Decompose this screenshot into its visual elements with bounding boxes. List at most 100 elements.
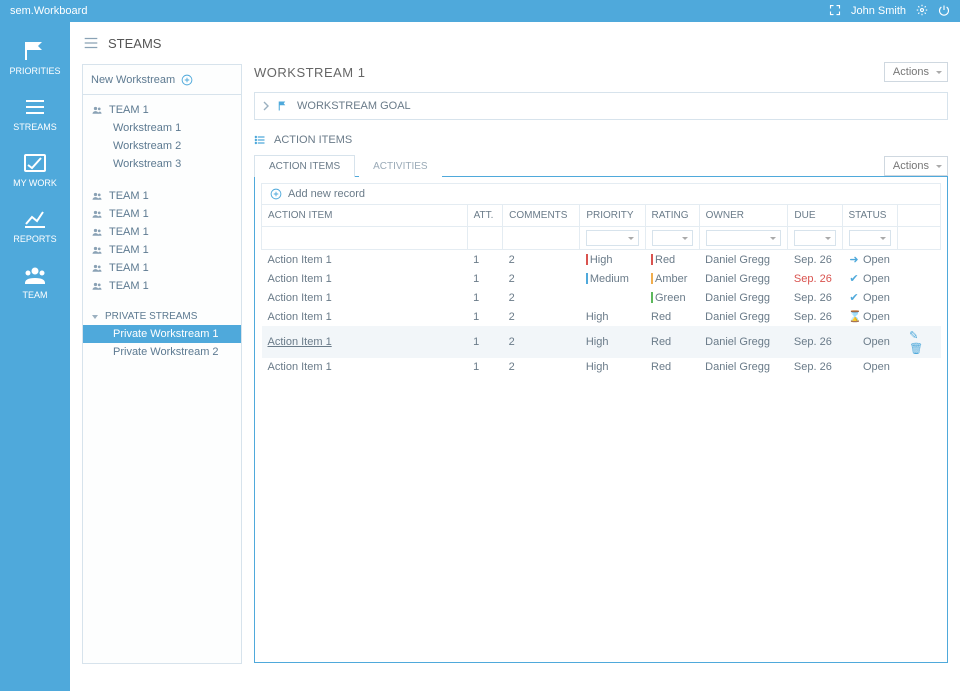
cell-action-item[interactable]: Action Item 1 (262, 269, 468, 288)
cell-status: ➜Open (842, 250, 897, 270)
col-owner[interactable]: OWNER (699, 205, 788, 227)
cell-row-actions (897, 288, 940, 307)
col-action-item[interactable]: ACTION ITEM (262, 205, 468, 227)
cell-action-item[interactable]: Action Item 1 (262, 326, 468, 358)
table-row[interactable]: Action Item 112GreenDaniel GreggSep. 26✔… (262, 288, 941, 307)
people-icon (91, 244, 103, 256)
table-row[interactable]: Action Item 112HighRedDaniel GreggSep. 2… (262, 326, 941, 358)
tree-team-group[interactable]: TEAM 1 (83, 101, 241, 119)
workstream-goal-bar[interactable]: WORKSTREAM GOAL (254, 92, 948, 120)
delete-icon[interactable]: 🗑 (909, 343, 923, 355)
cell-rating: Red (645, 307, 699, 326)
chevron-down-icon (91, 313, 99, 321)
cell-att: 1 (467, 250, 503, 270)
cell-action-item[interactable]: Action Item 1 (262, 307, 468, 326)
table-row[interactable]: Action Item 112HighRedDaniel GreggSep. 2… (262, 358, 941, 376)
col-comments[interactable]: COMMENTS (503, 205, 580, 227)
cell-priority: High (580, 358, 645, 376)
tree-workstream[interactable]: Workstream 3 (83, 155, 241, 173)
action-items-header: ACTION ITEMS (254, 134, 948, 146)
cell-att: 1 (467, 326, 503, 358)
cell-owner: Daniel Gregg (699, 307, 788, 326)
cell-comments: 2 (503, 269, 580, 288)
nav-mywork[interactable]: MY WORK (0, 146, 70, 202)
filter-due[interactable] (794, 230, 835, 246)
tree-private-header[interactable]: PRIVATE STREAMS (83, 305, 241, 325)
cell-owner: Daniel Gregg (699, 358, 788, 376)
cell-action-item[interactable]: Action Item 1 (262, 250, 468, 270)
cell-action-item[interactable]: Action Item 1 (262, 358, 468, 376)
user-name[interactable]: John Smith (851, 5, 906, 17)
cell-comments: 2 (503, 307, 580, 326)
tree-workstream[interactable]: Workstream 1 (83, 119, 241, 137)
tree-team-group[interactable]: TEAM 1 (83, 223, 241, 241)
grid-filter-row (262, 227, 941, 250)
topbar: sem.Workboard John Smith (0, 0, 960, 22)
nav-priorities[interactable]: PRIORITIES (0, 34, 70, 90)
tab-activities[interactable]: ACTIVITIES (359, 156, 441, 177)
filter-rating[interactable] (652, 230, 693, 246)
tree-private-workstream[interactable]: Private Workstream 1 (83, 325, 241, 343)
nav-team[interactable]: TEAM (0, 258, 70, 314)
table-row[interactable]: Action Item 112MediumAmberDaniel GreggSe… (262, 269, 941, 288)
gear-icon[interactable] (916, 4, 928, 19)
menu-icon (82, 34, 100, 52)
col-priority[interactable]: PRIORITY (580, 205, 645, 227)
nav-reports[interactable]: REPORTS (0, 202, 70, 258)
cell-status: ✔Open (842, 288, 897, 307)
app-name: sem.Workboard (10, 5, 87, 17)
new-workstream-button[interactable]: New Workstream (83, 65, 241, 95)
add-record-button[interactable]: Add new record (261, 183, 941, 204)
power-icon[interactable] (938, 4, 950, 19)
cell-owner: Daniel Gregg (699, 269, 788, 288)
cell-action-item[interactable]: Action Item 1 (262, 288, 468, 307)
cell-status: ⌛Open (842, 307, 897, 326)
col-due[interactable]: DUE (788, 205, 842, 227)
tree-private-workstream[interactable]: Private Workstream 2 (83, 343, 241, 361)
workstream-header: WORKSTREAM 1 Actions (254, 62, 948, 82)
cell-owner: Daniel Gregg (699, 250, 788, 270)
tree-team-group[interactable]: TEAM 1 (83, 205, 241, 223)
col-rating[interactable]: RATING (645, 205, 699, 227)
tree-team-group[interactable]: TEAM 1 (83, 187, 241, 205)
tree-team-group[interactable]: TEAM 1 (83, 259, 241, 277)
nav-streams[interactable]: STREAMS (0, 90, 70, 146)
people-icon (91, 262, 103, 274)
cell-comments: 2 (503, 250, 580, 270)
goal-label: WORKSTREAM GOAL (297, 100, 411, 112)
table-row[interactable]: Action Item 112HighRedDaniel GreggSep. 2… (262, 307, 941, 326)
sidebar-nav: PRIORITIESSTREAMSMY WORKREPORTSTEAM (0, 22, 70, 691)
workstream-title: WORKSTREAM 1 (254, 65, 365, 80)
filter-status[interactable] (849, 230, 891, 246)
cell-att: 1 (467, 358, 503, 376)
cell-att: 1 (467, 269, 503, 288)
cell-comments: 2 (503, 288, 580, 307)
cell-owner: Daniel Gregg (699, 288, 788, 307)
people-icon (91, 104, 103, 116)
col-status[interactable]: STATUS (842, 205, 897, 227)
tab-action-items[interactable]: ACTION ITEMS (254, 155, 355, 177)
stream-tree: TEAM 1Workstream 1Workstream 2Workstream… (83, 95, 241, 367)
grid-header-row: ACTION ITEM ATT. COMMENTS PRIORITY RATIN… (262, 205, 941, 227)
people-icon (91, 208, 103, 220)
cell-rating: Amber (645, 269, 699, 288)
tree-workstream[interactable]: Workstream 2 (83, 137, 241, 155)
grid-actions-dropdown[interactable]: Actions (884, 156, 948, 176)
section-title: ACTION ITEMS (274, 134, 352, 146)
cell-row-actions (897, 307, 940, 326)
actions-dropdown[interactable]: Actions (884, 62, 948, 82)
tree-team-group[interactable]: TEAM 1 (83, 241, 241, 259)
list-icon (254, 134, 266, 146)
filter-priority[interactable] (586, 230, 638, 246)
stream-tree-panel: New Workstream TEAM 1Workstream 1Workstr… (82, 64, 242, 664)
cell-due: Sep. 26 (788, 307, 842, 326)
cell-rating: Green (645, 288, 699, 307)
edit-icon[interactable]: ✎ (909, 330, 918, 342)
tree-team-group[interactable]: TEAM 1 (83, 277, 241, 295)
cell-comments: 2 (503, 358, 580, 376)
col-att[interactable]: ATT. (467, 205, 503, 227)
filter-owner[interactable] (706, 230, 782, 246)
table-row[interactable]: Action Item 112HighRedDaniel GreggSep. 2… (262, 250, 941, 270)
fullscreen-icon[interactable] (829, 4, 841, 19)
cell-row-actions (897, 250, 940, 270)
